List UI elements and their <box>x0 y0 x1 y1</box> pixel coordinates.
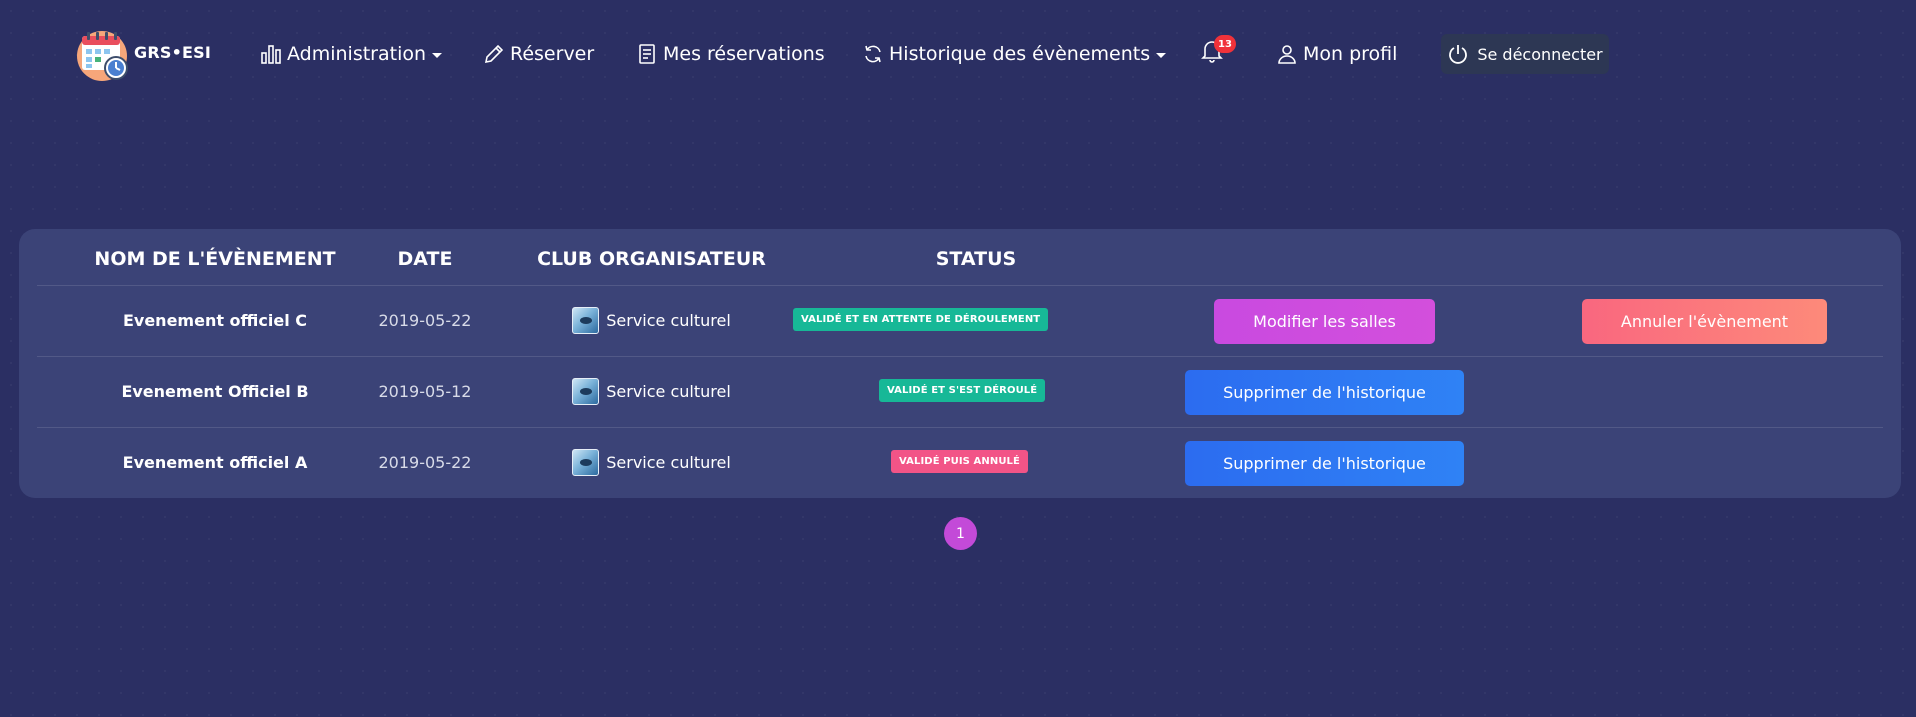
user-icon <box>1276 43 1298 65</box>
nav-mes-reservations[interactable]: Mes réservations <box>636 40 825 68</box>
nav-reserver[interactable]: Réserver <box>483 40 594 68</box>
event-date: 2019-05-22 <box>378 452 472 472</box>
event-name: Evenement officiel C <box>122 310 308 330</box>
supprimer-historique-button[interactable]: Supprimer de l'historique <box>1185 441 1464 486</box>
row-divider <box>37 427 1883 428</box>
notifications-bell[interactable]: 13 <box>1200 35 1236 68</box>
event-club: Service culturel <box>519 305 784 335</box>
club-name: Service culturel <box>606 452 731 472</box>
nav-mon-profil-label: Mon profil <box>1303 43 1398 65</box>
caret-down-icon <box>432 52 443 58</box>
club-logo <box>572 377 600 405</box>
pencil-icon <box>483 43 505 65</box>
power-icon <box>1447 43 1469 65</box>
caret-down-icon <box>1156 52 1167 58</box>
nav-mes-reservations-label: Mes réservations <box>663 43 825 65</box>
status-badge: VALIDÉ PUIS ANNULÉ <box>891 450 1028 473</box>
header-date: DATE <box>397 248 453 270</box>
nav-historique-label: Historique des évènements <box>889 43 1151 65</box>
row-divider <box>37 356 1883 357</box>
nav-administration-label: Administration <box>287 43 427 65</box>
club-logo <box>572 306 600 334</box>
annuler-evenement-button[interactable]: Annuler l'évènement <box>1582 299 1827 344</box>
event-name: Evenement officiel A <box>122 452 308 472</box>
nav-administration[interactable]: Administration <box>260 40 443 68</box>
supprimer-historique-button[interactable]: Supprimer de l'historique <box>1185 370 1464 415</box>
event-date: 2019-05-12 <box>378 381 472 401</box>
club-name: Service culturel <box>606 310 731 330</box>
bar-chart-icon <box>260 43 282 65</box>
event-club: Service culturel <box>519 447 784 477</box>
header-status: STATUS <box>935 248 1017 270</box>
event-name: Evenement Officiel B <box>121 381 309 401</box>
event-date: 2019-05-22 <box>378 310 472 330</box>
notification-count-badge: 13 <box>1214 35 1236 53</box>
navbar: GRS•ESI Administration Réserver Mes rése… <box>0 0 1916 108</box>
document-list-icon <box>636 43 658 65</box>
header-club: CLUB ORGANISATEUR <box>537 248 766 270</box>
brand[interactable]: GRS•ESI <box>76 28 211 82</box>
header-nom: NOM DE L'ÉVÈNEMENT <box>94 248 336 270</box>
row-divider <box>37 285 1883 286</box>
events-table: NOM DE L'ÉVÈNEMENT DATE CLUB ORGANISATEU… <box>19 229 1901 498</box>
calendar-clock-logo-icon <box>76 28 130 82</box>
nav-mon-profil[interactable]: Mon profil <box>1276 40 1397 68</box>
status-badge: VALIDÉ ET EN ATTENTE DE DÉROULEMENT <box>793 308 1049 331</box>
event-club: Service culturel <box>519 376 784 406</box>
logout-button[interactable]: Se déconnecter <box>1441 34 1609 74</box>
club-logo <box>572 448 600 476</box>
refresh-icon <box>862 43 884 65</box>
modifier-salles-button[interactable]: Modifier les salles <box>1214 299 1435 344</box>
pagination-page-1[interactable]: 1 <box>944 517 977 550</box>
brand-name: GRS•ESI <box>134 42 212 62</box>
club-name: Service culturel <box>606 381 731 401</box>
logout-label: Se déconnecter <box>1477 44 1603 64</box>
status-badge: VALIDÉ ET S'EST DÉROULÉ <box>879 379 1046 402</box>
nav-historique[interactable]: Historique des évènements <box>862 40 1167 68</box>
nav-reserver-label: Réserver <box>510 43 595 65</box>
